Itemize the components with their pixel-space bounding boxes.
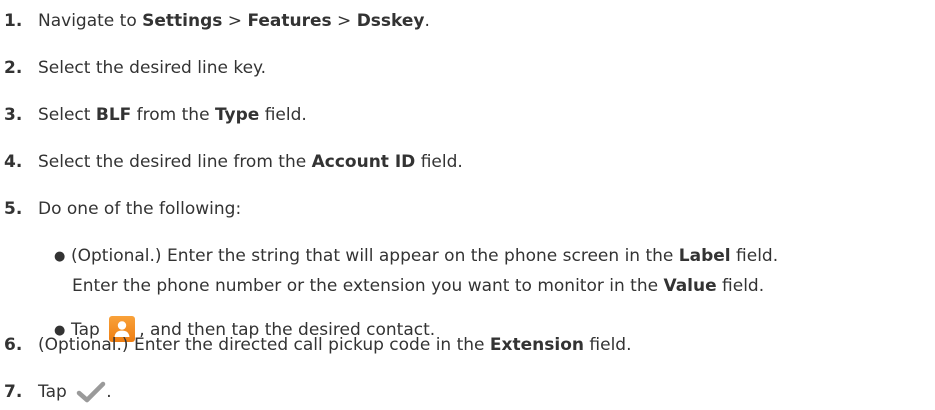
bullet-1: ● (Optional.) Enter the string that will … — [54, 246, 779, 266]
step-5: 5. Do one of the following: — [4, 199, 242, 219]
field-account-id: Account ID — [311, 152, 416, 172]
step-6: 6. (Optional.) Enter the directed call pi… — [4, 335, 632, 355]
menu-settings: Settings — [142, 11, 223, 31]
step-4: 4. Select the desired line from the Accou… — [4, 152, 463, 172]
bullet-dot: ● — [54, 249, 66, 264]
step-3: 3. Select BLF from the Type field. — [4, 105, 307, 125]
field-extension: Extension — [489, 335, 584, 355]
field-label: Label — [678, 246, 731, 266]
type-blf: BLF — [95, 105, 132, 125]
step-2: 2. Select the desired line key. — [4, 58, 267, 78]
step-1: 1. Navigate to Settings > Features > Dssk… — [4, 11, 430, 31]
menu-dsskey: Dsskey — [356, 11, 425, 31]
field-value: Value — [663, 276, 717, 296]
menu-features: Features — [247, 11, 332, 31]
step-7: 7. Tap . — [4, 381, 112, 409]
checkmark-icon — [76, 381, 106, 409]
field-type: Type — [214, 105, 260, 125]
instructions-document: 1. Navigate to Settings > Features > Dssk… — [0, 0, 935, 410]
bullet-1-continued: Enter the phone number or the extension … — [72, 276, 765, 296]
